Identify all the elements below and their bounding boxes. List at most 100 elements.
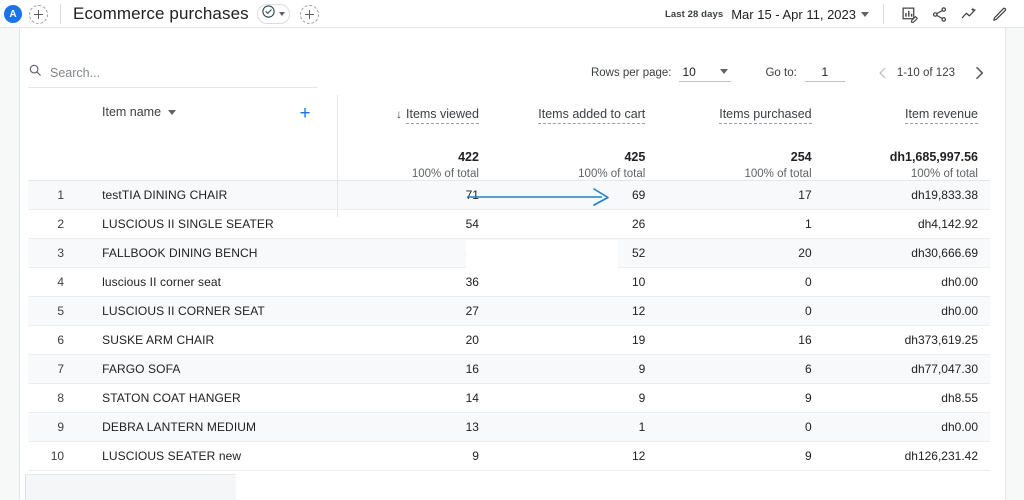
row-items-purchased: 9 [657, 441, 824, 471]
row-items-purchased: 0 [657, 296, 824, 326]
metric-percent: 100% of total [744, 168, 812, 180]
table-row[interactable]: 9 DEBRA LANTERN MEDIUM 13 1 0 dh0.00 [28, 412, 990, 442]
column-header-item-revenue[interactable]: Item revenue dh1,685,997.56 100% of tota… [823, 95, 990, 181]
column-header-items-added-to-cart[interactable]: Items added to cart 425 100% of total [490, 95, 658, 181]
table-row[interactable]: 6 SUSKE ARM CHAIR 20 19 16 dh373,619.25 [28, 325, 990, 355]
row-index: 2 [28, 209, 77, 239]
row-index: 6 [28, 325, 77, 355]
rows-per-page-select[interactable]: 10 [679, 64, 732, 82]
row-item-name[interactable]: LUSCIOUS SEATER new [76, 441, 325, 471]
header-column-separator [337, 95, 338, 217]
pagination-controls: Rows per page: 10 Go to: 1 1-10 of 123 [591, 59, 1005, 87]
metric-percent: 100% of total [910, 168, 978, 180]
row-item-revenue: dh373,619.25 [823, 325, 990, 355]
column-header-items-purchased[interactable]: Items purchased 254 100% of total [657, 95, 824, 181]
row-items-added: 10 [490, 267, 658, 297]
header-divider [60, 4, 61, 24]
table-row[interactable]: 7 FARGO SOFA 16 9 6 dh77,047.30 [28, 354, 990, 384]
row-items-purchased: 17 [657, 180, 824, 210]
pencil-icon[interactable] [984, 1, 1014, 27]
add-dimension-icon[interactable]: + [300, 104, 311, 123]
next-page-button[interactable] [965, 59, 993, 87]
table-controls: Rows per page: 10 Go to: 1 1-10 of 123 [21, 57, 1005, 89]
date-range-text: Mar 15 - Apr 11, 2023 [731, 6, 856, 22]
report-status-chip[interactable] [256, 4, 290, 24]
row-item-revenue: dh0.00 [823, 412, 990, 442]
customize-report-icon[interactable] [894, 1, 924, 27]
table-header-row: Item name + ↓ Items viewed 422 100% of to… [28, 95, 990, 181]
row-item-revenue: dh4,142.92 [823, 209, 990, 239]
metric-label: Items purchased [719, 107, 812, 124]
row-index: 5 [28, 296, 77, 326]
row-items-added: 12 [490, 296, 658, 326]
row-item-revenue: dh126,231.42 [823, 441, 990, 471]
page-range-text: 1-10 of 123 [896, 67, 955, 79]
rows-per-page-label: Rows per page: [590, 67, 672, 79]
row-items-purchased: 0 [657, 412, 824, 442]
left-nav-rail[interactable] [0, 28, 20, 500]
row-items-viewed: 71 [324, 180, 491, 210]
metric-label: Items viewed [406, 107, 479, 124]
metric-total: dh1,685,997.56 [889, 150, 978, 164]
row-items-added: 12 [490, 441, 658, 471]
row-item-name[interactable]: STATON COAT HANGER [76, 383, 325, 413]
column-header-item-name[interactable]: Item name + [28, 95, 325, 181]
row-items-purchased: 6 [657, 354, 824, 384]
date-range-picker[interactable]: Mar 15 - Apr 11, 2023 [731, 7, 869, 22]
report-table: Item name + ↓ Items viewed 422 100% of to… [28, 95, 990, 471]
search-input[interactable] [50, 65, 290, 80]
row-items-viewed: 13 [324, 412, 491, 442]
table-body: 1 testTIA DINING CHAIR 71 69 17 dh19,833… [28, 180, 990, 471]
row-items-purchased: 9 [657, 383, 824, 413]
row-item-name[interactable]: LUSCIOUS II SINGLE SEATER [76, 209, 325, 239]
row-index: 4 [28, 267, 77, 297]
row-item-name[interactable]: luscious II corner seat [76, 267, 325, 297]
table-row[interactable]: 4 luscious II corner seat 36 10 0 dh0.00 [28, 267, 990, 297]
table-row[interactable]: 10 LUSCIOUS SEATER new 9 12 9 dh126,231.… [28, 441, 990, 471]
metric-total: 254 [790, 150, 812, 164]
avatar[interactable]: A [4, 5, 22, 23]
page-title: Ecommerce purchases [73, 4, 249, 23]
table-row[interactable]: 1 testTIA DINING CHAIR 71 69 17 dh19,833… [28, 180, 990, 210]
table-row[interactable]: 2 LUSCIOUS II SINGLE SEATER 54 26 1 dh4,… [28, 209, 990, 239]
row-items-added: 1 [490, 412, 658, 442]
row-item-name[interactable]: testTIA DINING CHAIR [76, 180, 325, 210]
row-items-added: 9 [490, 354, 658, 384]
row-index: 7 [28, 354, 77, 384]
plus-circle-dashed-icon[interactable] [29, 4, 48, 24]
metric-percent: 100% of total [578, 168, 646, 180]
row-item-name[interactable]: FALLBOOK DINING BENCH [76, 238, 325, 268]
chevron-down-icon[interactable] [168, 109, 177, 115]
rows-per-page-value: 10 [682, 64, 696, 79]
chevron-down-icon [720, 69, 729, 74]
search-box[interactable] [28, 58, 318, 88]
row-item-name[interactable]: SUSKE ARM CHAIR [76, 325, 325, 355]
top-header-bar: A Ecommerce purchases Last 28 days Mar 1… [0, 0, 1024, 28]
row-item-name[interactable]: LUSCIOUS II CORNER SEAT [76, 296, 325, 326]
row-index: 3 [28, 238, 77, 268]
row-items-purchased: 0 [657, 267, 824, 297]
row-item-name[interactable]: FARGO SOFA [76, 354, 325, 384]
date-range-label: Last 28 days [664, 8, 724, 20]
arrow-down-icon: ↓ [396, 107, 402, 121]
row-items-viewed: 16 [324, 354, 491, 384]
row-items-added: 69 [490, 180, 658, 210]
insights-icon[interactable] [954, 1, 984, 27]
table-row[interactable]: 8 STATON COAT HANGER 14 9 9 dh8.55 [28, 383, 990, 413]
goto-input[interactable]: 1 [804, 65, 845, 82]
row-item-revenue: dh8.55 [823, 383, 990, 413]
row-items-viewed: 54 [324, 209, 491, 239]
row-items-purchased: 16 [657, 325, 824, 355]
add-comparison-icon[interactable] [299, 4, 319, 24]
metric-percent: 100% of total [411, 168, 479, 180]
share-icon[interactable] [924, 1, 954, 27]
row-items-added: 26 [490, 209, 658, 239]
row-items-viewed: 9 [324, 441, 491, 471]
column-header-items-viewed[interactable]: ↓ Items viewed 422 100% of total [324, 95, 491, 181]
footer-panel [25, 474, 236, 500]
chevron-down-icon[interactable] [278, 12, 285, 16]
row-index: 8 [28, 383, 77, 413]
row-item-name[interactable]: DEBRA LANTERN MEDIUM [76, 412, 325, 442]
previous-page-button[interactable] [869, 59, 897, 87]
table-row[interactable]: 5 LUSCIOUS II CORNER SEAT 27 12 0 dh0.00 [28, 296, 990, 326]
